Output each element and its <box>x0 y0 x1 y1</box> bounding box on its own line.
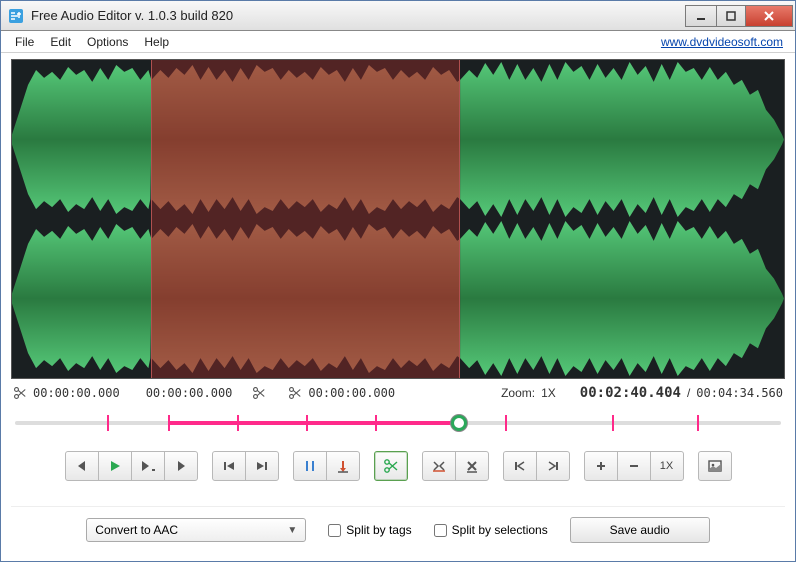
split-by-selections-checkbox[interactable]: Split by selections <box>434 523 548 537</box>
minimize-button[interactable] <box>685 5 717 27</box>
menubar: File Edit Options Help www.dvdvideosoft.… <box>1 31 795 53</box>
forward-button[interactable] <box>164 451 198 481</box>
chevron-down-icon: ▼ <box>287 525 297 536</box>
waveform-display[interactable] <box>11 59 785 379</box>
play-selection-button[interactable] <box>131 451 165 481</box>
selection-end-time: 00:00:00.000 <box>146 386 233 400</box>
save-audio-label: Save audio <box>610 523 670 537</box>
zoom-out-button[interactable] <box>617 451 651 481</box>
skip-back-button[interactable] <box>212 451 246 481</box>
skip-forward-button[interactable] <box>245 451 279 481</box>
window-title: Free Audio Editor v. 1.0.3 build 820 <box>31 8 686 23</box>
zoom-in-button[interactable] <box>584 451 618 481</box>
info-bar: 00:00:00.000 00:00:00.000 00:00:00.000 Z… <box>11 379 785 403</box>
format-dropdown[interactable]: Convert to AAC ▼ <box>86 518 306 542</box>
app-icon <box>7 7 25 25</box>
menu-options[interactable]: Options <box>79 33 136 51</box>
close-button[interactable] <box>745 5 793 27</box>
split-by-tags-input[interactable] <box>328 524 341 537</box>
app-window: Free Audio Editor v. 1.0.3 build 820 Fil… <box>0 0 796 562</box>
split-by-tags-checkbox[interactable]: Split by tags <box>328 523 411 537</box>
menu-file[interactable]: File <box>7 33 42 51</box>
zoom-label: Zoom: <box>501 386 535 400</box>
waveform-selection[interactable] <box>151 60 460 378</box>
marker-time: 00:00:00.000 <box>308 386 395 400</box>
zoom-reset-button[interactable]: 1X <box>650 451 684 481</box>
trim-button[interactable] <box>422 451 456 481</box>
menu-help[interactable]: Help <box>136 33 177 51</box>
go-to-end-button[interactable] <box>536 451 570 481</box>
scissors-icon <box>288 386 302 400</box>
set-markers-button[interactable] <box>293 451 327 481</box>
rewind-button[interactable] <box>65 451 99 481</box>
add-marker-button[interactable] <box>326 451 360 481</box>
playback-position: 00:02:40.404 <box>580 385 681 401</box>
save-image-button[interactable] <box>698 451 732 481</box>
split-by-tags-label: Split by tags <box>346 523 411 537</box>
cut-selection-button[interactable] <box>374 451 408 481</box>
split-by-selections-label: Split by selections <box>452 523 548 537</box>
bottom-bar: Convert to AAC ▼ Split by tags Split by … <box>11 506 785 551</box>
vendor-link[interactable]: www.dvdvideosoft.com <box>661 35 789 49</box>
menu-edit[interactable]: Edit <box>42 33 79 51</box>
total-duration: 00:04:34.560 <box>696 386 783 400</box>
format-dropdown-label: Convert to AAC <box>95 523 178 537</box>
save-audio-button[interactable]: Save audio <box>570 517 710 543</box>
titlebar[interactable]: Free Audio Editor v. 1.0.3 build 820 <box>1 1 795 31</box>
scissors-icon <box>13 386 27 400</box>
scissors-icon <box>252 386 266 400</box>
playhead[interactable] <box>451 415 467 431</box>
go-to-start-button[interactable] <box>503 451 537 481</box>
selection-start-time: 00:00:00.000 <box>33 386 120 400</box>
split-by-selections-input[interactable] <box>434 524 447 537</box>
time-separator: / <box>687 386 690 400</box>
play-button[interactable] <box>98 451 132 481</box>
delete-button[interactable] <box>455 451 489 481</box>
zoom-value: 1X <box>541 386 556 400</box>
toolbar: 1X <box>11 447 785 499</box>
maximize-button[interactable] <box>716 5 746 27</box>
timeline-slider[interactable] <box>15 409 781 437</box>
